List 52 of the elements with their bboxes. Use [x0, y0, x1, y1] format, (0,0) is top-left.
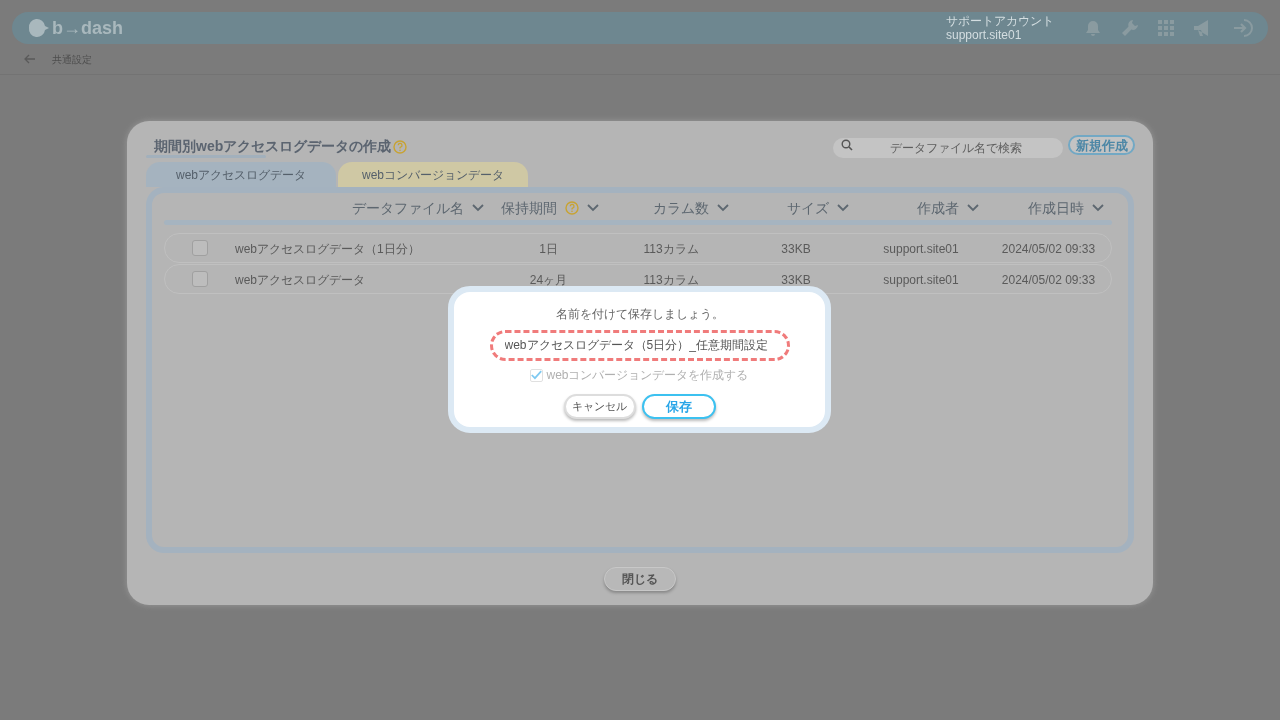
close-button[interactable]: 閉じる [604, 567, 676, 591]
logo[interactable]: b→dash [52, 14, 123, 42]
table-cell: 24ヶ月 [529, 273, 568, 287]
dialog-prompt: 名前を付けて保存しましょう。 [555, 306, 724, 323]
chevron-down-icon[interactable] [717, 204, 729, 212]
cancel-button[interactable]: キャンセル [563, 394, 636, 419]
account-id: support.site01 [946, 28, 1023, 42]
option-label: webコンバージョンデータを作成する [546, 367, 749, 384]
table-cell: 113カラム [643, 273, 699, 287]
chevron-down-icon[interactable] [472, 204, 484, 212]
search-icon [841, 139, 853, 151]
search-field[interactable]: データファイル名で検索 [833, 138, 1063, 158]
account-label: サポートアカウント [946, 14, 1054, 28]
table-row[interactable]: webアクセスログデータ（1日分） 1日 113カラム 33KB support.site01 2024/05/02 09:33 [164, 233, 1112, 263]
tab[interactable]: webコンバージョンデータ [338, 162, 528, 187]
grid-icon[interactable] [1158, 20, 1174, 36]
column-header[interactable]: カラム数 [653, 199, 709, 217]
table-cell: 33KB [781, 242, 811, 256]
column-header[interactable]: 保持期間 [501, 199, 557, 217]
table-cell: 33KB [781, 273, 811, 287]
logo-icon [26, 18, 50, 38]
column-header[interactable]: 作成者 [917, 199, 959, 217]
bell-icon[interactable] [1084, 19, 1102, 37]
table-cell: 113カラム [643, 242, 699, 256]
help-icon[interactable] [393, 139, 408, 154]
new-button[interactable]: 新規作成 [1068, 135, 1135, 155]
table-cell: 2024/05/02 09:33 [1001, 242, 1096, 256]
modal-title: 期間別webアクセスログデータの作成 [154, 137, 392, 156]
checkbox[interactable] [192, 271, 208, 287]
table-cell: webアクセスログデータ（1日分） [235, 242, 420, 256]
chevron-down-icon[interactable] [587, 204, 599, 212]
tab[interactable]: webアクセスログデータ [146, 162, 336, 187]
chevron-down-icon[interactable] [837, 204, 849, 212]
back-arrow-icon[interactable] [24, 54, 36, 64]
wrench-icon[interactable] [1120, 18, 1140, 38]
help-icon[interactable] [565, 201, 579, 215]
column-header[interactable]: 作成日時 [1028, 199, 1084, 217]
column-header[interactable]: サイズ [787, 199, 829, 217]
chevron-down-icon[interactable] [967, 204, 979, 212]
chevron-down-icon[interactable] [1092, 204, 1104, 212]
save-button[interactable]: 保存 [641, 394, 716, 419]
table-cell: support.site01 [883, 273, 959, 287]
table-cell: 2024/05/02 09:33 [1001, 273, 1096, 287]
table-cell: support.site01 [883, 242, 959, 256]
checkmark-icon [531, 369, 543, 381]
logout-icon[interactable] [1232, 18, 1254, 38]
table-cell: webアクセスログデータ [235, 273, 365, 287]
table-row[interactable]: webアクセスログデータ 24ヶ月 113カラム 33KB support.site01 2024/05/02 09:33 [164, 264, 1112, 294]
column-header[interactable]: データファイル名 [352, 199, 464, 217]
table-cell: 1日 [539, 242, 558, 256]
name-input-field[interactable]: webアクセスログデータ（5日分）_任意期間設定 [489, 330, 790, 361]
checkbox[interactable] [192, 240, 208, 256]
